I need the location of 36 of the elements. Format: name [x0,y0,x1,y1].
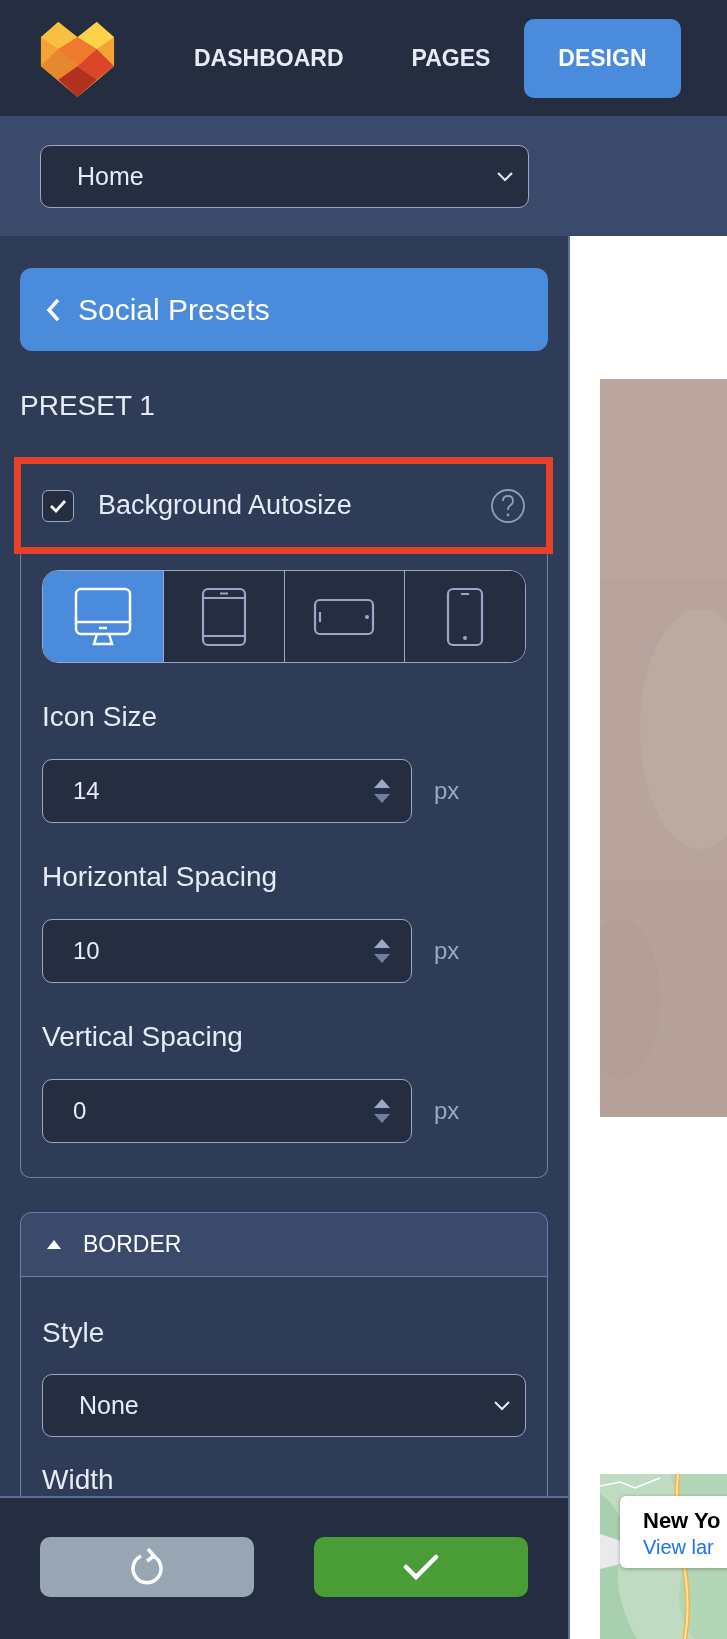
tablet-landscape-icon [313,597,376,636]
field-label: Icon Size [42,700,158,734]
device-tab[interactable] [162,571,284,662]
checkbox-label: Background Autosize [98,490,353,521]
field-label: Horizontal Spacing [42,860,278,894]
number-field[interactable]: 10 [42,919,412,983]
unit-label: px [434,937,460,965]
style-select[interactable]: None [42,1374,526,1437]
phone-icon [446,586,485,647]
unit-label: px [434,777,460,805]
field-label: Style [42,1316,105,1350]
place-title: New Yo [643,1508,721,1534]
device-tab[interactable] [283,571,405,662]
tablet-icon [200,586,247,647]
checkmark-icon [403,1553,439,1581]
field-label: Width [42,1463,114,1496]
device-tab[interactable] [404,571,525,662]
number-field[interactable]: 0 [42,1079,412,1143]
number-field[interactable]: 14 [42,759,412,823]
unit-label: px [434,1097,460,1125]
section-title: PRESET 1 [20,389,155,423]
back-chevron-icon [46,297,60,322]
chevron-icon [496,170,514,182]
section-header[interactable]: BORDER [21,1213,547,1277]
checkbox[interactable] [42,489,74,522]
nav-tab[interactable]: PAGES [377,18,525,98]
map-link[interactable]: View lar [643,1534,714,1560]
desktop-icon [72,586,133,647]
nav-tab[interactable]: DASHBOARD [160,18,378,98]
device-tab[interactable] [43,571,163,662]
field-label: Vertical Spacing [42,1020,243,1054]
chevron-icon [493,1400,511,1411]
help-icon[interactable] [490,487,526,524]
page-select[interactable]: Home [40,144,529,208]
reset-icon [129,1548,165,1586]
check-icon [49,498,67,513]
